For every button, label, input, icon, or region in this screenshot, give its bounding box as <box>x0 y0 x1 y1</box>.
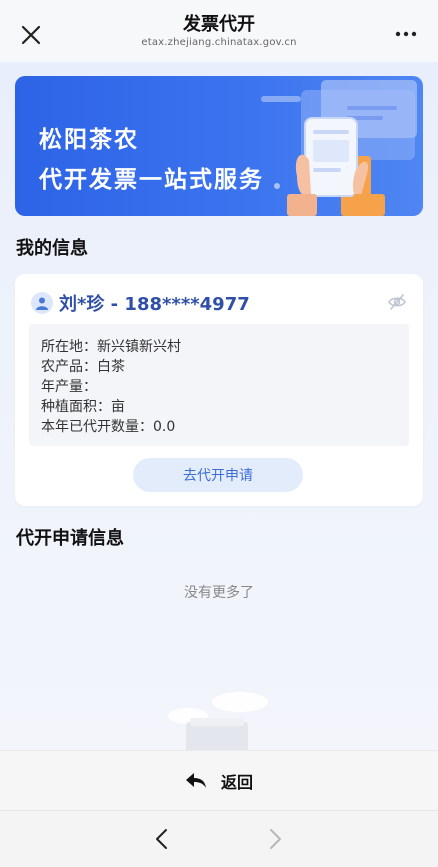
browser-nav-bar <box>0 810 438 867</box>
user-row: 刘*珍 - 188****4977 <box>31 290 250 316</box>
page-content: 松阳茶农 代开发票一站式服务 我的信息 刘*珍 - 188****4977 所在… <box>0 62 438 752</box>
product-line: 农产品：白茶 <box>41 359 125 375</box>
eye-off-icon[interactable] <box>387 292 407 312</box>
planting-area-line: 种植面积：亩 <box>41 399 125 415</box>
user-name-phone: 刘*珍 - 188****4977 <box>59 294 250 315</box>
user-info-card: 刘*珍 - 188****4977 所在地：新兴镇新兴村 农产品：白茶 年产量：… <box>15 274 423 506</box>
more-icon[interactable] <box>394 28 418 40</box>
banner-line-1: 松阳茶农 <box>39 127 139 153</box>
chevron-right-icon[interactable] <box>265 827 285 851</box>
info-details: 所在地：新兴镇新兴村 农产品：白茶 年产量： 种植面积：亩 本年已代开数量：0.… <box>29 324 409 446</box>
my-info-title: 我的信息 <box>16 238 88 259</box>
back-button[interactable]: 返回 <box>185 769 253 793</box>
issued-count-line: 本年已代开数量：0.0 <box>41 419 176 435</box>
location-line: 所在地：新兴镇新兴村 <box>41 339 181 355</box>
bottom-bar: 返回 <box>0 750 438 811</box>
page-title: 发票代开 <box>182 14 255 35</box>
annual-output-line: 年产量： <box>41 379 97 395</box>
apply-invoice-button[interactable]: 去代开申请 <box>133 458 303 492</box>
back-arrow-icon <box>185 773 206 788</box>
chevron-left-icon[interactable] <box>152 827 172 851</box>
banner-illustration-icon <box>261 80 417 216</box>
no-more-text: 没有更多了 <box>184 585 254 601</box>
banner-line-2: 代开发票一站式服务 <box>39 167 264 193</box>
applications-title: 代开申请信息 <box>16 528 124 549</box>
empty-box-icon <box>168 692 268 752</box>
back-label: 返回 <box>220 773 253 792</box>
page-url: etax.zhejiang.chinatax.gov.cn <box>141 37 297 48</box>
top-bar: 发票代开 etax.zhejiang.chinatax.gov.cn <box>0 0 438 62</box>
promo-banner[interactable]: 松阳茶农 代开发票一站式服务 <box>15 76 423 216</box>
user-avatar-icon <box>31 292 53 314</box>
title-block: 发票代开 etax.zhejiang.chinatax.gov.cn <box>141 14 296 50</box>
close-icon[interactable] <box>18 22 44 48</box>
